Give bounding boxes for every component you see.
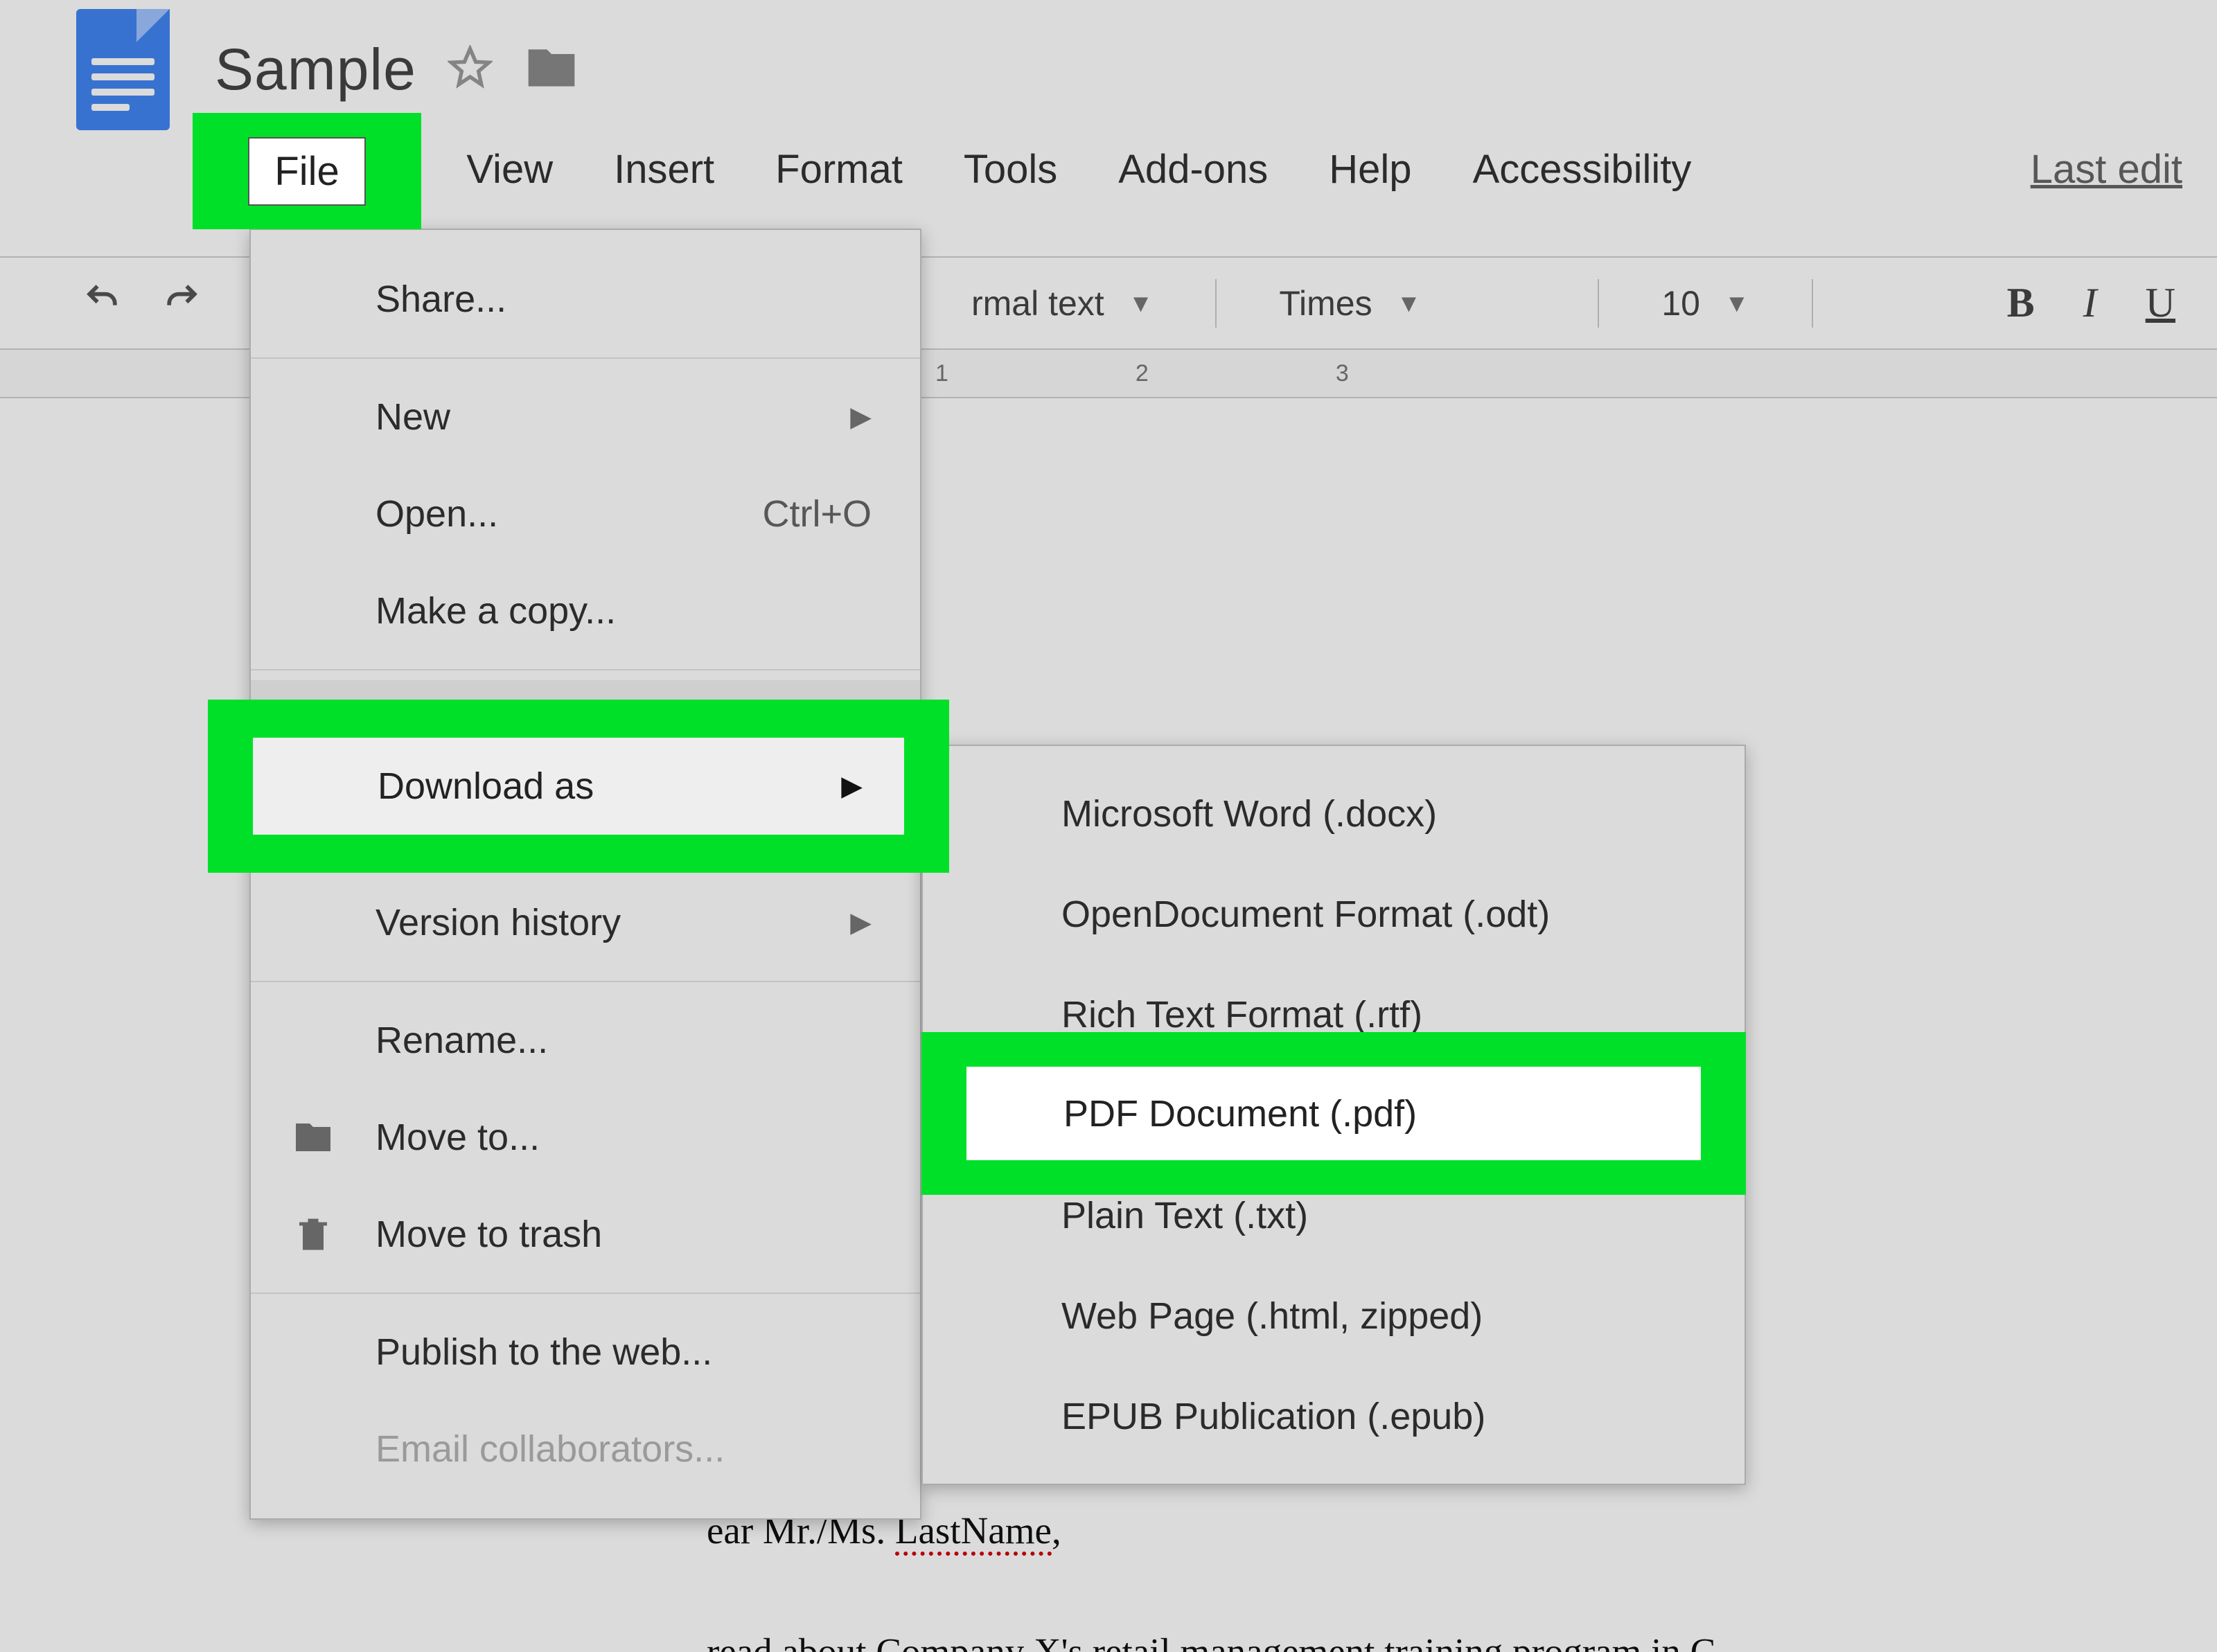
redo-icon[interactable] [163,280,201,326]
menu-item-new[interactable]: New▶ [251,368,920,465]
paragraph-style-value: rmal text [971,283,1104,323]
highlight-download-as: Download as ▶ [208,700,949,873]
submenu-item-epub[interactable]: EPUB Publication (.epub) [923,1366,1745,1466]
folder-icon [289,1117,337,1158]
menu-item-download-as-highlighted[interactable]: Download as ▶ [253,738,904,835]
italic-button[interactable]: I [2083,279,2097,327]
submenu-arrow-icon: ▶ [850,907,872,939]
last-edit-link[interactable]: Last edit [2031,146,2182,193]
menu-accessibility[interactable]: Accessibility [1470,142,1695,197]
trash-icon [289,1214,337,1255]
menu-item-share[interactable]: Share... [251,251,920,348]
menu-bar: File Edit View Insert Format Tools Add-o… [208,142,2217,197]
star-icon[interactable] [448,45,493,94]
submenu-item-odt[interactable]: OpenDocument Format (.odt) [923,864,1745,964]
submenu-arrow-icon: ▶ [841,770,863,802]
submenu-item-docx[interactable]: Microsoft Word (.docx) [923,763,1745,864]
submenu-item-html[interactable]: Web Page (.html, zipped) [923,1265,1745,1366]
font-family-dropdown[interactable]: Times ▼ [1258,283,1556,323]
shortcut-label: Ctrl+O [762,492,872,535]
menu-insert[interactable]: Insert [611,142,717,197]
file-menu-dropdown: Share... New▶ Open...Ctrl+O Make a copy.… [249,229,921,1520]
chevron-down-icon: ▼ [1129,289,1154,318]
menu-item-make-copy[interactable]: Make a copy... [251,562,920,659]
highlight-file-menu: File [193,113,421,229]
font-size-value: 10 [1661,283,1700,323]
chevron-down-icon: ▼ [1724,289,1749,318]
menu-file-highlighted[interactable]: File [248,137,365,206]
menu-item-move-to-trash[interactable]: Move to trash [251,1186,920,1283]
menu-tools[interactable]: Tools [961,142,1060,197]
menu-format[interactable]: Format [772,142,906,197]
font-size-dropdown[interactable]: 10 ▼ [1641,283,1769,323]
docs-logo-icon[interactable] [76,9,170,130]
chevron-down-icon: ▼ [1397,289,1422,318]
menu-item-move-to[interactable]: Move to... [251,1089,920,1186]
folder-move-icon[interactable] [524,40,579,99]
ruler-tick: 3 [1336,360,1349,387]
ruler-tick: 1 [935,360,948,387]
paragraph-style-dropdown[interactable]: rmal text ▼ [951,283,1174,323]
document-title[interactable]: Sample [215,36,416,103]
body-text: ear Mr./Ms. LastName, [707,1501,2196,1560]
bold-button[interactable]: B [2007,279,2035,327]
menu-item-rename[interactable]: Rename... [251,992,920,1089]
menu-view[interactable]: View [463,142,556,197]
undo-icon[interactable] [83,280,121,326]
ruler-tick: 2 [1136,360,1149,387]
menu-item-open[interactable]: Open...Ctrl+O [251,465,920,562]
font-family-value: Times [1279,283,1372,323]
menu-addons[interactable]: Add-ons [1115,142,1271,197]
underline-button[interactable]: U [2146,279,2175,327]
menu-item-publish-web[interactable]: Publish to the web... [251,1304,920,1401]
highlight-pdf-option: PDF Document (.pdf) [921,1032,1746,1195]
menu-item-version-history[interactable]: Version history▶ [251,874,920,971]
submenu-item-pdf-highlighted[interactable]: PDF Document (.pdf) [966,1067,1701,1160]
menu-item-email-collaborators: Email collaborators... [251,1401,920,1498]
body-text: read about Company X's retail management… [707,1622,2196,1652]
menu-help[interactable]: Help [1326,142,1414,197]
submenu-arrow-icon: ▶ [850,401,872,433]
